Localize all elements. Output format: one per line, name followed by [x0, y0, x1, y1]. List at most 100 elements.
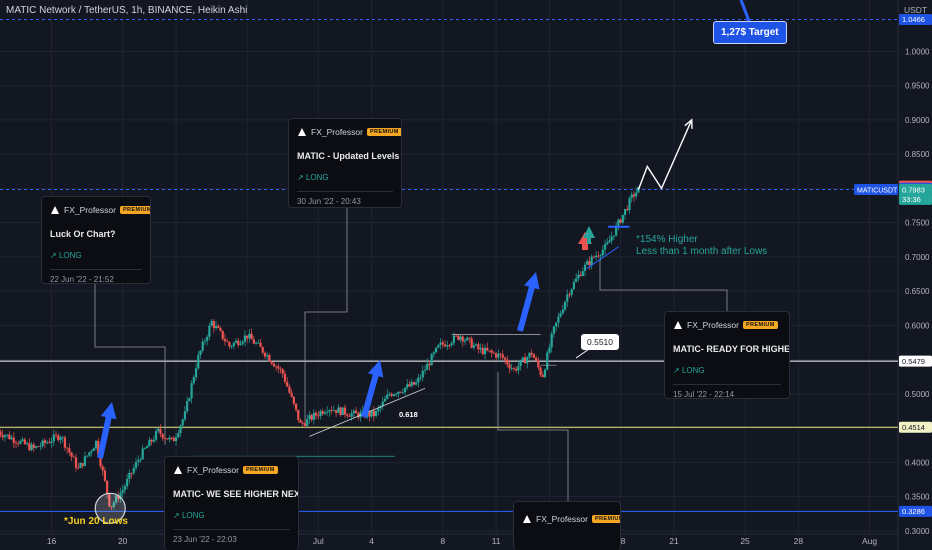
candle-body [199, 350, 202, 355]
candle-body [83, 456, 87, 466]
candle-body [495, 353, 498, 358]
idea-card-ready-for-higher[interactable]: FX_Professor PREMIUM MATIC- READY FOR HIG… [664, 311, 790, 399]
x-tick-label: 8 [440, 536, 445, 546]
long-arrow-icon: ↗ [50, 251, 57, 260]
candle-body [68, 448, 71, 453]
candle-body [517, 365, 520, 371]
candle-body [632, 194, 636, 197]
candle-body [192, 377, 195, 384]
candle-body [610, 236, 613, 241]
candle-body [130, 472, 133, 474]
idea-card-we-see-higher[interactable]: FX_Professor PREMIUM MATIC- WE SEE HIGHER… [164, 456, 299, 550]
candle-body [588, 261, 591, 266]
candle-body [152, 439, 155, 442]
candle-body [559, 313, 562, 317]
x-tick-label: 28 [794, 536, 804, 546]
candle-body [188, 398, 191, 402]
candle-body [21, 439, 24, 441]
candle-body [241, 341, 244, 344]
candle-body [72, 456, 75, 458]
gain-note: *154% Higher Less than 1 month after Lows [636, 234, 767, 258]
candle-body [341, 407, 344, 415]
candle-body [563, 301, 567, 310]
candle-body [310, 415, 313, 420]
long-arrow-icon: ↗ [673, 366, 680, 375]
candle-body [337, 407, 340, 413]
candle-body [539, 367, 542, 375]
candle-body [166, 438, 169, 440]
candle-body [10, 437, 13, 440]
candle-body [288, 386, 291, 393]
candle-body [128, 472, 131, 479]
candle-body [194, 368, 198, 378]
candle-body [497, 353, 500, 358]
candle-body [346, 414, 349, 416]
candle-body [223, 339, 227, 342]
x-tick-label: 11 [492, 536, 501, 546]
candle-body [177, 433, 180, 438]
candle-body [297, 409, 300, 421]
candle-body [268, 355, 271, 362]
axis-price-tag-label: 0.3286 [902, 507, 925, 516]
candle-body [477, 344, 480, 350]
candle-body [174, 437, 178, 442]
y-tick-label: 0.9000 [905, 116, 930, 125]
axis-price-tag-label: 0.5479 [902, 357, 925, 366]
card-date: 15 Jul '22 - 22:14 [673, 390, 735, 399]
candle-body [526, 357, 529, 364]
candle-body [314, 412, 318, 416]
candle-body [354, 410, 358, 414]
candle-body [392, 394, 395, 396]
candle-body [455, 335, 458, 337]
candle-body [601, 249, 604, 256]
candle-body [348, 415, 351, 417]
candle-body [0, 431, 2, 435]
chart-title: MATIC Network / TetherUS, 1h, BINANCE, H… [6, 5, 248, 16]
candle-body [466, 337, 469, 341]
candle-body [428, 363, 431, 366]
idea-card-partial[interactable]: FX_Professor PREMIUM [513, 501, 621, 550]
candle-body [252, 339, 255, 344]
candle-body [3, 435, 6, 438]
candle-body [181, 419, 184, 426]
candle-body [274, 366, 278, 368]
x-tick-label: 20 [118, 536, 128, 546]
candle-body [417, 377, 420, 383]
candle-body [226, 341, 229, 343]
premium-badge: PREMIUM [242, 466, 278, 474]
candle-body [281, 369, 284, 374]
candle-body [203, 340, 207, 342]
candle-body [201, 341, 204, 351]
candle-body [43, 440, 46, 444]
candle-body [412, 381, 415, 385]
card-author: FX_Professor [311, 127, 363, 137]
candle-body [459, 336, 462, 340]
candle-body [103, 470, 107, 481]
price-label-box[interactable]: 0.5510 [581, 334, 619, 350]
candle-body [228, 342, 231, 347]
y-tick-label: 0.6000 [905, 321, 930, 330]
x-tick-label: Jul [313, 536, 324, 546]
x-tick-label: 21 [669, 536, 679, 546]
idea-card-updated-levels[interactable]: FX_Professor PREMIUM MATIC - Updated Leve… [288, 118, 402, 208]
target-callout[interactable]: 1,27$ Target [713, 21, 787, 44]
candle-body [212, 321, 215, 328]
candle-body [26, 443, 29, 445]
candle-body [597, 255, 600, 257]
premium-badge: PREMIUM [591, 515, 620, 523]
candle-body [237, 340, 240, 345]
idea-card-luck-or-chart[interactable]: FX_Professor PREMIUM Luck Or Chart? ↗ LON… [41, 196, 151, 284]
candle-body [170, 437, 173, 439]
candle-body [12, 437, 15, 443]
candle-body [343, 407, 347, 415]
card-title: MATIC- READY FOR HIGHER [673, 344, 790, 354]
candle-body [254, 343, 258, 344]
candle-body [510, 368, 513, 370]
candle-body [246, 335, 249, 339]
candle-body [619, 219, 622, 223]
candle-body [306, 418, 309, 426]
candle-body [323, 412, 327, 414]
candle-body [134, 462, 138, 468]
candle-body [446, 345, 449, 347]
candle-body [206, 336, 209, 341]
